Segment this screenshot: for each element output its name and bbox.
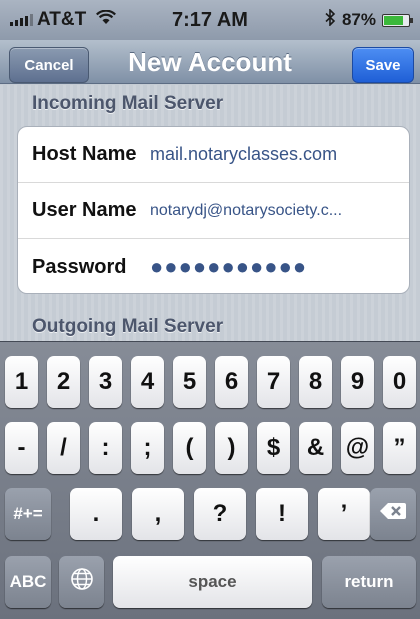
key-9[interactable]: 9: [341, 356, 374, 408]
backspace-icon: [379, 500, 407, 528]
key-3[interactable]: 3: [89, 356, 122, 408]
space-key[interactable]: space: [113, 556, 312, 608]
key-apostrophe[interactable]: ’: [318, 488, 370, 540]
host-name-field[interactable]: mail.notaryclasses.com: [150, 144, 409, 165]
incoming-server-group: Host Name mail.notaryclasses.com User Na…: [17, 126, 410, 294]
backspace-key[interactable]: [370, 488, 416, 540]
host-name-label: Host Name: [32, 143, 137, 165]
key-6[interactable]: 6: [215, 356, 248, 408]
status-bar: AT&T 7:17 AM 87%: [0, 0, 420, 40]
password-label: Password: [32, 255, 127, 278]
key-at[interactable]: @: [341, 422, 374, 474]
battery-icon: [382, 13, 413, 27]
key-quote[interactable]: ”: [383, 422, 416, 474]
key-hyphen[interactable]: -: [5, 422, 38, 474]
key-close-paren[interactable]: ): [215, 422, 248, 474]
cancel-button[interactable]: Cancel: [9, 47, 89, 83]
key-question[interactable]: ?: [194, 488, 246, 540]
form-content[interactable]: Incoming Mail Server Host Name mail.nota…: [0, 85, 420, 341]
nav-bar: New Account Cancel Save: [0, 40, 420, 84]
password-row[interactable]: Password ●●●●●●●●●●●: [18, 239, 409, 293]
status-right: 87%: [260, 8, 413, 31]
key-dollar[interactable]: $: [257, 422, 290, 474]
user-name-field[interactable]: notarydj@notarysociety.c...: [150, 202, 409, 220]
battery-fill: [384, 15, 403, 25]
key-exclamation[interactable]: !: [256, 488, 308, 540]
key-7[interactable]: 7: [257, 356, 290, 408]
wifi-icon: [96, 9, 117, 30]
key-0[interactable]: 0: [383, 356, 416, 408]
battery-percent: 87%: [341, 10, 376, 29]
host-name-row[interactable]: Host Name mail.notaryclasses.com: [18, 127, 409, 183]
keyboard: 1 2 3 4 5 6 7 8 9 0 - / : ; ( ) $ & @ ” …: [0, 341, 420, 619]
key-8[interactable]: 8: [299, 356, 332, 408]
save-button[interactable]: Save: [352, 47, 414, 83]
user-name-label: User Name: [32, 199, 137, 221]
password-field[interactable]: ●●●●●●●●●●●: [150, 254, 409, 280]
carrier-name: AT&T: [37, 9, 87, 30]
key-5[interactable]: 5: [173, 356, 206, 408]
user-name-row[interactable]: User Name notarydj@notarysociety.c...: [18, 183, 409, 239]
bluetooth-icon: [325, 8, 336, 31]
globe-icon: [70, 567, 94, 598]
key-open-paren[interactable]: (: [173, 422, 206, 474]
key-1[interactable]: 1: [5, 356, 38, 408]
signal-icon: [10, 14, 33, 26]
key-comma[interactable]: ,: [132, 488, 184, 540]
status-time: 7:17 AM: [172, 8, 248, 31]
incoming-server-header: Incoming Mail Server: [32, 93, 224, 114]
outgoing-server-header: Outgoing Mail Server: [32, 316, 224, 337]
key-2[interactable]: 2: [47, 356, 80, 408]
key-abc[interactable]: ABC: [5, 556, 51, 608]
return-key[interactable]: return: [322, 556, 416, 608]
key-4[interactable]: 4: [131, 356, 164, 408]
key-colon[interactable]: :: [89, 422, 122, 474]
key-semicolon[interactable]: ;: [131, 422, 164, 474]
key-more-symbols[interactable]: #+=: [5, 488, 51, 540]
status-left: AT&T: [10, 9, 160, 31]
key-period[interactable]: .: [70, 488, 122, 540]
key-slash[interactable]: /: [47, 422, 80, 474]
globe-key[interactable]: [59, 556, 104, 608]
key-ampersand[interactable]: &: [299, 422, 332, 474]
